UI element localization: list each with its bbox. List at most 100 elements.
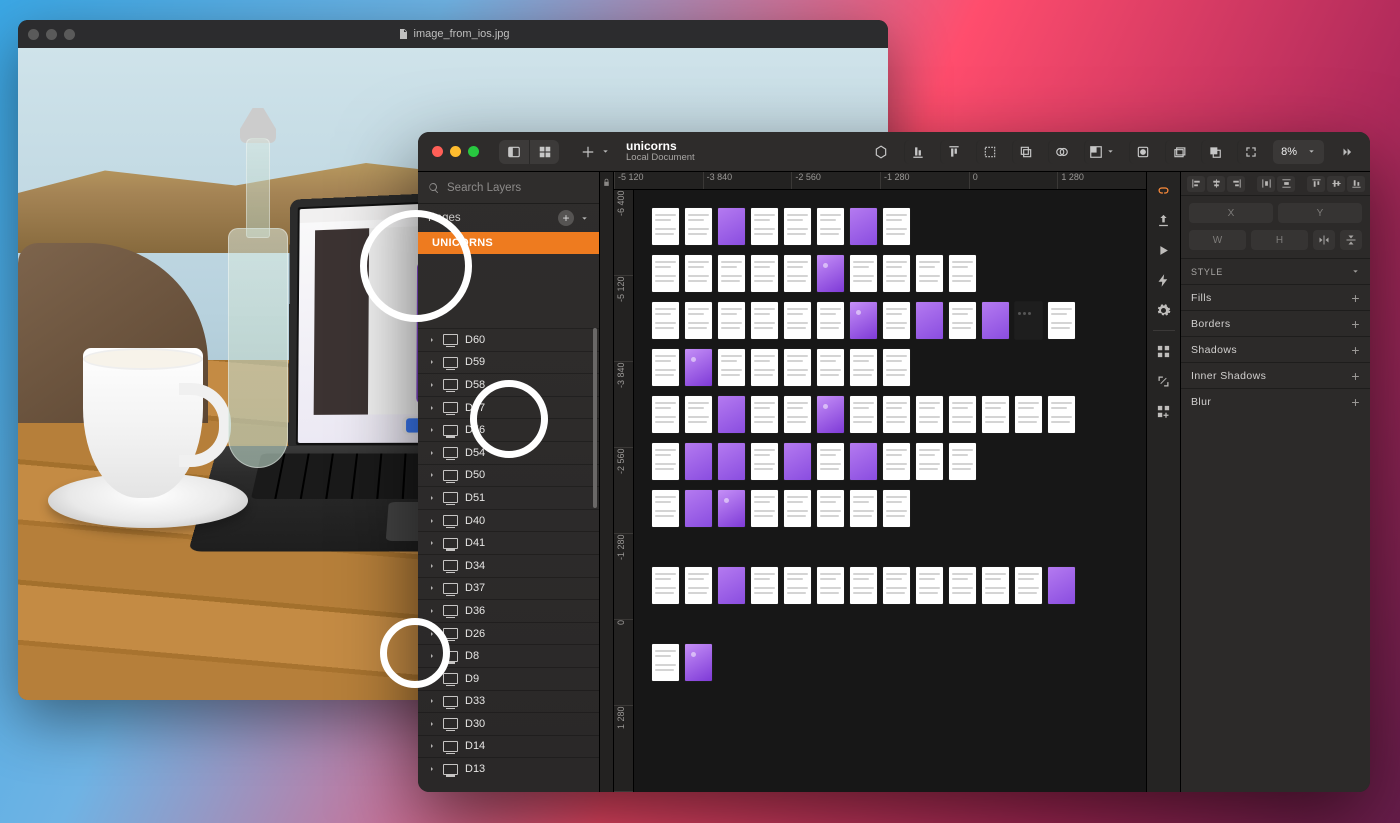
artboard-thumb[interactable]: [751, 567, 778, 604]
rotate-copies-button[interactable]: [1165, 140, 1191, 164]
align-top-button[interactable]: [1307, 176, 1325, 192]
artboard-thumb[interactable]: [784, 255, 811, 292]
artboard-thumb[interactable]: [652, 490, 679, 527]
artboard-thumb[interactable]: [685, 396, 712, 433]
add-border-button[interactable]: +: [1351, 317, 1360, 331]
artboard-thumb[interactable]: [949, 396, 976, 433]
artboard-thumb[interactable]: [751, 443, 778, 480]
artboard-thumb[interactable]: [1048, 396, 1075, 433]
artboard-thumb[interactable]: [883, 349, 910, 386]
layer-row[interactable]: D8: [418, 644, 599, 667]
align-vcenter-button[interactable]: [1327, 176, 1345, 192]
artboard-thumb[interactable]: [982, 302, 1009, 339]
align-hcenter-button[interactable]: [1207, 176, 1225, 192]
document-title-block[interactable]: unicorns Local Document: [626, 140, 695, 164]
artboard-thumb[interactable]: [949, 443, 976, 480]
artboard-thumb[interactable]: [883, 490, 910, 527]
style-section-header[interactable]: STYLE: [1181, 258, 1370, 284]
artboard-thumb[interactable]: [883, 443, 910, 480]
artboard-thumb[interactable]: [1015, 396, 1042, 433]
chevron-down-icon[interactable]: [580, 214, 589, 223]
h-field[interactable]: H: [1251, 230, 1308, 250]
artboard-thumb[interactable]: [718, 490, 745, 527]
add-shadow-button[interactable]: +: [1351, 343, 1360, 357]
close-icon[interactable]: [432, 146, 443, 157]
toolbar-overflow-button[interactable]: [1334, 140, 1360, 164]
layer-row[interactable]: D40: [418, 509, 599, 532]
ruler-origin-lock[interactable]: [600, 172, 614, 792]
artboard-thumb[interactable]: [718, 302, 745, 339]
borders-section[interactable]: Borders+: [1181, 310, 1370, 336]
artboard-thumb[interactable]: [718, 255, 745, 292]
scale-button[interactable]: [1084, 140, 1119, 164]
layer-row[interactable]: D37: [418, 577, 599, 600]
artboard-thumb[interactable]: [751, 255, 778, 292]
artboard-thumb[interactable]: [751, 396, 778, 433]
add-fill-button[interactable]: +: [1351, 291, 1360, 305]
align-right-button[interactable]: [1227, 176, 1245, 192]
components-view-button[interactable]: [529, 140, 559, 164]
artboard-thumb[interactable]: [883, 302, 910, 339]
artboard-thumb[interactable]: [652, 644, 679, 681]
forward-button[interactable]: [1012, 140, 1038, 164]
flip-horizontal-button[interactable]: [1313, 230, 1335, 250]
layer-row[interactable]: D51: [418, 486, 599, 509]
artboard-thumb[interactable]: [685, 567, 712, 604]
artboard-thumb[interactable]: [685, 443, 712, 480]
page-item-unicorns[interactable]: UNICORNS: [418, 232, 599, 254]
layer-row[interactable]: D26: [418, 622, 599, 645]
zoom-icon[interactable]: [64, 29, 75, 40]
add-inner-shadow-button[interactable]: +: [1351, 369, 1360, 383]
artboard-thumb[interactable]: [982, 396, 1009, 433]
artboard-thumb[interactable]: [1015, 302, 1042, 339]
artboard-thumb[interactable]: [685, 644, 712, 681]
resize-artboard-button[interactable]: [1151, 367, 1177, 395]
artboard-thumb[interactable]: [817, 567, 844, 604]
artboard-thumb[interactable]: [850, 396, 877, 433]
artboard-thumb[interactable]: [685, 349, 712, 386]
layer-list[interactable]: D60D59D58D57D56D54D50D51D40D41D34D37D36D…: [418, 328, 599, 792]
distribute-button[interactable]: [940, 140, 966, 164]
artboard-thumb[interactable]: [916, 567, 943, 604]
artboard-thumb[interactable]: [817, 349, 844, 386]
inner-shadows-section[interactable]: Inner Shadows+: [1181, 362, 1370, 388]
layer-row[interactable]: D50: [418, 464, 599, 487]
artboard-thumb[interactable]: [652, 396, 679, 433]
export-button[interactable]: [1151, 206, 1177, 234]
settings-button[interactable]: [1151, 296, 1177, 324]
artboard-thumb[interactable]: [850, 208, 877, 245]
artboard-thumb[interactable]: [817, 255, 844, 292]
artboard-thumb[interactable]: [883, 208, 910, 245]
mask-button[interactable]: [1129, 140, 1155, 164]
artboard-thumb[interactable]: [850, 567, 877, 604]
flip-vertical-button[interactable]: [1340, 230, 1362, 250]
distribute-v-button[interactable]: [1277, 176, 1295, 192]
insert-button[interactable]: [575, 142, 616, 162]
artboard-thumb[interactable]: [883, 396, 910, 433]
artboard-thumb[interactable]: [949, 567, 976, 604]
artboard-thumb[interactable]: [751, 208, 778, 245]
symbol-button[interactable]: [868, 140, 894, 164]
x-field[interactable]: X: [1189, 203, 1273, 223]
artboard-thumb[interactable]: [652, 255, 679, 292]
artboard-thumb[interactable]: [784, 443, 811, 480]
artboard-thumb[interactable]: [718, 443, 745, 480]
y-field[interactable]: Y: [1278, 203, 1362, 223]
artboard-thumb[interactable]: [982, 567, 1009, 604]
artboard-thumb[interactable]: [652, 443, 679, 480]
artboard-thumb[interactable]: [751, 302, 778, 339]
artboard-thumb[interactable]: [751, 490, 778, 527]
bring-front-button[interactable]: [1201, 140, 1227, 164]
align-button[interactable]: [904, 140, 930, 164]
ruler-vertical[interactable]: -6 400-5 120-3 840-2 560-1 28001 280: [614, 190, 634, 792]
blur-section[interactable]: Blur+: [1181, 388, 1370, 414]
artboard-thumb[interactable]: [685, 302, 712, 339]
layer-row[interactable]: D30: [418, 712, 599, 735]
artboard-thumb[interactable]: [1048, 302, 1075, 339]
artboard-thumb[interactable]: [850, 490, 877, 527]
distribute-h-button[interactable]: [1257, 176, 1275, 192]
artboard-thumb[interactable]: [883, 255, 910, 292]
artboard-thumb[interactable]: [1048, 567, 1075, 604]
add-blur-button[interactable]: +: [1351, 395, 1360, 409]
artboard-thumb[interactable]: [718, 567, 745, 604]
